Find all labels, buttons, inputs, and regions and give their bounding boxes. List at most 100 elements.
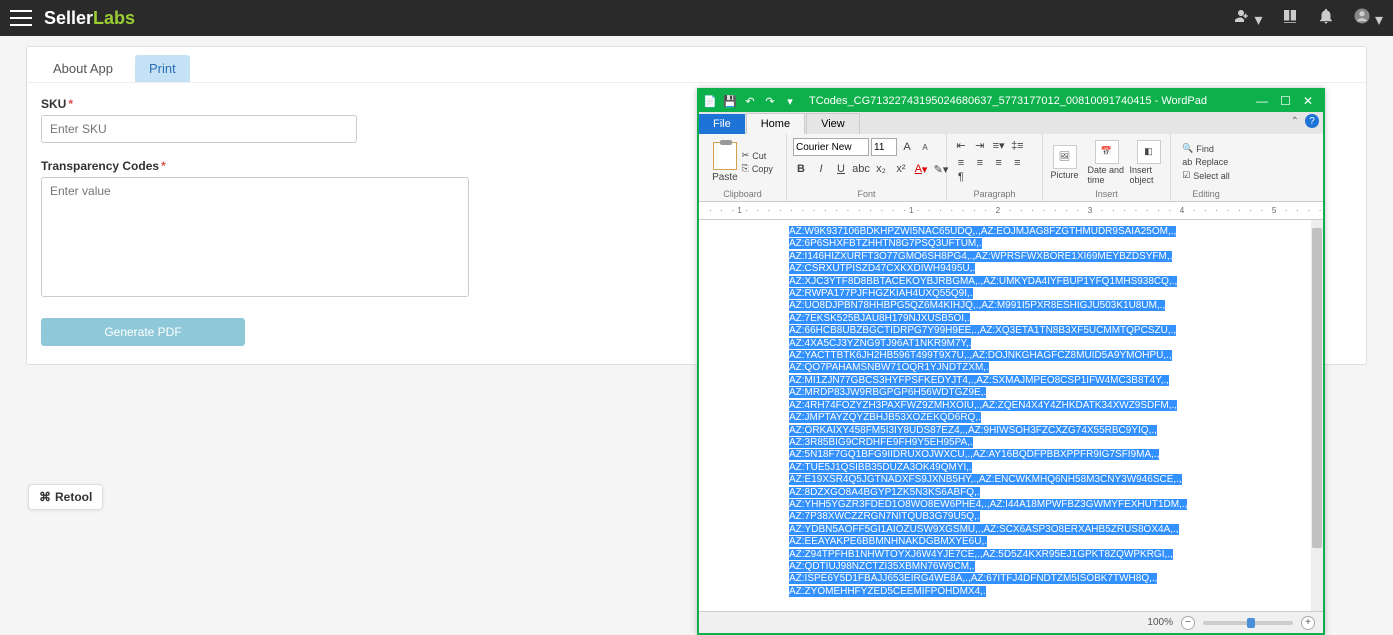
qat-dropdown-icon[interactable]: ▾ xyxy=(783,94,797,108)
selected-text[interactable]: AZ:DOJNKGHAGFCZ8MUID5A9YMOHPU,., xyxy=(972,350,1171,361)
wordpad-title-bar[interactable]: 📄 💾 ↶ ↷ ▾ TCodes_CG71322743195024680637_… xyxy=(699,90,1323,112)
selected-text[interactable]: AZ:TUE5J1QSIBB35DUZA3OK49QMYI,. xyxy=(789,462,972,473)
copy-button[interactable]: ⎘ Copy xyxy=(742,163,773,174)
find-button[interactable]: 🔍 Find xyxy=(1182,143,1230,154)
replace-button[interactable]: ab Replace xyxy=(1182,157,1230,167)
maximize-icon[interactable]: ☐ xyxy=(1280,94,1291,108)
paragraph-dialog-icon[interactable]: ¶ xyxy=(953,170,969,184)
selected-text[interactable]: AZ:4RH74FOZYZH3PAXFWZ9ZMHXOIU,., xyxy=(789,400,982,411)
selected-text[interactable]: AZ:ZYOMEHHFYZED5CEEMIFPOHDMX4,. xyxy=(789,586,986,597)
selected-text[interactable]: AZ:7EKSK525BJAU8H179NJXUSB5OI,. xyxy=(789,313,970,324)
selected-text[interactable]: AZ:4XA5CJ3YZNG9TJ96AT1NKR9M7Y,. xyxy=(789,338,971,349)
wordpad-ruler[interactable]: · · ·1· · · · · · · · · · · · · · ·1· · … xyxy=(699,202,1323,220)
wordpad-tab-view[interactable]: View xyxy=(806,113,860,134)
selected-text[interactable]: AZ:EEAYAKPE6BBMNHNAKDGBMXYE6U,. xyxy=(789,536,987,547)
selected-text[interactable]: AZ:6P6SHXFBTZHHTN8G7PSQ3UFTUM,. xyxy=(789,238,982,249)
sku-input[interactable] xyxy=(41,115,357,143)
selected-text[interactable]: AZ:7P38XWCZZRGN7NITQUB3G79U5Q,. xyxy=(789,511,980,522)
selected-text[interactable]: AZ:ISPE6Y5D1FBAJJ653EIRG4WE8A,., xyxy=(789,573,971,584)
selected-text[interactable]: AZ:5D5Z4KXR95EJ1GPKT8ZQWPKRGI,., xyxy=(983,549,1173,560)
selected-text[interactable]: AZ:EOJMJAG8FZGTHMUDR9SAIA25OM,., xyxy=(981,226,1177,237)
selected-text[interactable]: AZ:AY16BQDFPBBXPPFR9IG7SFI9MA,., xyxy=(973,449,1160,460)
help-icon[interactable]: ? xyxy=(1305,114,1319,128)
selectall-button[interactable]: ☑ Select all xyxy=(1182,170,1230,181)
strike-icon[interactable]: abc xyxy=(853,161,869,177)
indent-icon[interactable]: ⇥ xyxy=(972,138,988,152)
selected-text[interactable]: AZ:I44A18MPWFBZ3GWMYFEXHUT1DM,., xyxy=(990,499,1188,510)
outdent-icon[interactable]: ⇤ xyxy=(953,138,969,152)
selected-text[interactable]: AZ:5N18F7GQ1BFG9IIDRUXOJWXCU,., xyxy=(789,449,973,460)
linespacing-icon[interactable]: ‡≡ xyxy=(1009,139,1025,153)
font-name-select[interactable] xyxy=(793,138,869,156)
minimize-icon[interactable]: — xyxy=(1256,94,1268,108)
user-add-icon[interactable]: ▾ xyxy=(1232,7,1262,30)
selected-text[interactable]: AZ:8DZXGO8A4BGYP1ZK5N3KS6ABFQ,. xyxy=(789,487,980,498)
selected-text[interactable]: AZ:YHH5YGZR3FDED1O8WO8EW6PHE4,., xyxy=(789,499,990,510)
superscript-icon[interactable]: x² xyxy=(893,161,909,177)
font-size-select[interactable] xyxy=(871,138,897,156)
selected-text[interactable]: AZ:ENCWKMHQ6NH58M3CNY3W946SCE,., xyxy=(979,474,1182,485)
profile-icon[interactable]: ▾ xyxy=(1353,7,1383,30)
generate-pdf-button[interactable]: Generate PDF xyxy=(41,318,245,346)
zoom-in-button[interactable]: + xyxy=(1301,616,1315,630)
align-left-icon[interactable]: ≡ xyxy=(953,156,969,170)
selected-text[interactable]: AZ:JMPTAYZQYZBHJB53XOZEKQD6RQ,. xyxy=(789,412,981,423)
align-center-icon[interactable]: ≡ xyxy=(972,156,988,170)
selected-text[interactable]: AZ:SCX6ASP3O8ERXAHB5ZRUS8OX4A,., xyxy=(983,524,1178,535)
wordpad-tab-home[interactable]: Home xyxy=(746,113,805,134)
zoom-slider[interactable] xyxy=(1203,621,1293,625)
scrollbar-thumb[interactable] xyxy=(1312,228,1322,548)
selected-text[interactable]: AZ:3R85BIG9CRDHFE9FH9Y5EH95PA,. xyxy=(789,437,973,448)
ribbon-collapse-icon[interactable]: ⌃ xyxy=(1291,116,1299,127)
selected-text[interactable]: AZ:W9K937106BDKHPZWI5NAC65UDQ,., xyxy=(789,226,981,237)
selected-text[interactable]: AZ:Z94TPFHB1NHWTOYXJ6W4YJE7CE,., xyxy=(789,549,983,560)
bold-icon[interactable]: B xyxy=(793,161,809,177)
font-color-icon[interactable]: A▾ xyxy=(913,161,929,177)
subscript-icon[interactable]: x₂ xyxy=(873,161,889,177)
selected-text[interactable]: AZ:ORKAIXY458FM5I3IY8UDS87EZ4,., xyxy=(789,425,968,436)
save-icon[interactable]: 💾 xyxy=(723,94,737,108)
scrollbar-vertical[interactable] xyxy=(1311,220,1323,611)
align-justify-icon[interactable]: ≡ xyxy=(1009,156,1025,170)
shrink-font-icon[interactable]: A xyxy=(917,139,933,155)
selected-text[interactable]: AZ:MRDP83JW9RBGPGP6H56WDTGZ9E,. xyxy=(789,387,986,398)
underline-icon[interactable]: U xyxy=(833,161,849,177)
selected-text[interactable]: AZ:RWPA177PJFHGZKIAH4UXQ55Q9I,. xyxy=(789,288,973,299)
picture-button[interactable]: 🖼Picture xyxy=(1046,145,1084,180)
insertobject-button[interactable]: ◧Insert object xyxy=(1130,140,1168,185)
selected-text[interactable]: AZ:M991I5PXR8ESHIGJU503K1U8UM,., xyxy=(981,300,1165,311)
selected-text[interactable]: AZ:XQ3ETA1TN8B3XF5UCMMTQPCSZU,., xyxy=(980,325,1177,336)
cut-button[interactable]: ✂ Cut xyxy=(742,150,773,161)
align-right-icon[interactable]: ≡ xyxy=(991,156,1007,170)
tab-print[interactable]: Print xyxy=(135,55,190,82)
selected-text[interactable]: AZ:XJC3YTF8D8BBTACEKOYBJRBGMA,., xyxy=(789,276,983,287)
close-icon[interactable]: ✕ xyxy=(1303,94,1313,108)
retool-badge[interactable]: ⌘Retool xyxy=(28,484,103,510)
selected-text[interactable]: AZ:I146HIZXURFT3O77GMO6SH8PG4,., xyxy=(789,251,975,262)
selected-text[interactable]: AZ:WPRSFWXBORE1XI69MEYBZDSYFM,. xyxy=(975,251,1172,262)
menu-icon[interactable] xyxy=(10,10,32,26)
codes-textarea[interactable] xyxy=(41,177,469,297)
italic-icon[interactable]: I xyxy=(813,161,829,177)
redo-icon[interactable]: ↷ xyxy=(763,94,777,108)
selected-text[interactable]: AZ:UO8DJPBN78HHBPG5QZ6M4KIHJQ,., xyxy=(789,300,981,311)
selected-text[interactable]: AZ:MI1ZJN77GBCS3HYFPSFKEDYJT4,., xyxy=(789,375,976,386)
selected-text[interactable]: AZ:9HIWSOH3FZCXZG74X55RBC9YIQ,., xyxy=(968,425,1157,436)
grow-font-icon[interactable]: A xyxy=(899,139,915,155)
book-icon[interactable] xyxy=(1281,7,1299,30)
wordpad-tab-file[interactable]: File xyxy=(699,114,745,134)
selected-text[interactable]: AZ:SXMAJMPEO8CSP1IFW4MC3B8T4Y,., xyxy=(976,375,1169,386)
selected-text[interactable]: AZ:YACTTBTK6JH2HB596T499T9X7U,., xyxy=(789,350,972,361)
selected-text[interactable]: AZ:67ITFJ4DFNDTZM5ISOBK7TWH8Q,., xyxy=(971,573,1158,584)
selected-text[interactable]: AZ:E19XSR4Q5JGTNADXFS9JXNB5HY,., xyxy=(789,474,979,485)
selected-text[interactable]: AZ:66HCB8UBZBGCTIDRPG7Y99H9EE,., xyxy=(789,325,980,336)
selected-text[interactable]: AZ:QDTIUJ98NZCTZI35XBMN76W9CM,. xyxy=(789,561,975,572)
tab-about[interactable]: About App xyxy=(39,55,127,82)
wordpad-document[interactable]: AZ:W9K937106BDKHPZWI5NAC65UDQ,.,AZ:EOJMJ… xyxy=(699,220,1323,611)
bell-icon[interactable] xyxy=(1317,7,1335,30)
selected-text[interactable]: AZ:CSRXUTPISZD47CXKXDIWH9495U,. xyxy=(789,263,975,274)
datetime-button[interactable]: 📅Date and time xyxy=(1088,140,1126,185)
undo-icon[interactable]: ↶ xyxy=(743,94,757,108)
selected-text[interactable]: AZ:UMKYDA4IYFBUP1YFQ1MHS938CQ,., xyxy=(983,276,1177,287)
selected-text[interactable]: AZ:YDBN5AOFF5GI1AIOZUSW9XGSMU,., xyxy=(789,524,983,535)
